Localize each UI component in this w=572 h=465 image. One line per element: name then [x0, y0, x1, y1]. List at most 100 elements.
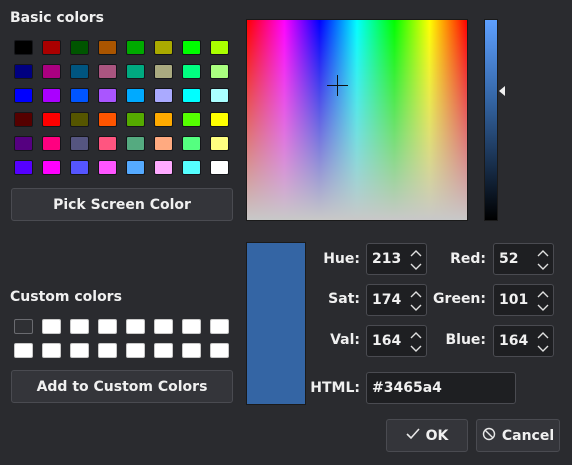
basic-color-swatch[interactable] [42, 64, 61, 79]
hue-spinbox[interactable]: 213 [366, 243, 427, 275]
cancel-button[interactable]: Cancel [476, 419, 560, 452]
custom-color-swatch[interactable] [42, 319, 61, 334]
custom-color-swatch[interactable] [154, 319, 173, 334]
basic-color-swatch[interactable] [154, 112, 173, 127]
chevron-down-icon[interactable] [410, 262, 422, 272]
red-spinbox[interactable]: 52 [493, 243, 554, 275]
basic-color-swatch[interactable] [126, 40, 145, 55]
custom-color-swatch[interactable] [70, 343, 89, 358]
custom-color-swatch[interactable] [210, 343, 229, 358]
custom-color-swatch[interactable] [182, 319, 201, 334]
basic-color-swatch[interactable] [154, 40, 173, 55]
val-spinbox[interactable]: 164 [366, 325, 427, 357]
basic-color-swatch[interactable] [70, 160, 89, 175]
basic-color-swatch[interactable] [154, 64, 173, 79]
basic-color-swatch[interactable] [98, 64, 117, 79]
basic-color-swatch[interactable] [70, 40, 89, 55]
basic-color-swatch[interactable] [42, 40, 61, 55]
basic-color-swatch[interactable] [210, 112, 229, 127]
html-color-input[interactable]: #3465a4 [366, 372, 516, 404]
green-spinbox[interactable]: 101 [493, 284, 554, 316]
basic-color-swatch[interactable] [70, 112, 89, 127]
chevron-up-icon[interactable] [410, 289, 422, 299]
basic-color-swatch[interactable] [182, 160, 201, 175]
basic-color-swatch[interactable] [14, 112, 33, 127]
chevron-up-icon[interactable] [537, 289, 549, 299]
chevron-down-icon[interactable] [537, 262, 549, 272]
basic-color-swatch[interactable] [210, 88, 229, 103]
chevron-up-icon[interactable] [537, 248, 549, 258]
basic-color-swatch[interactable] [182, 64, 201, 79]
basic-color-swatch[interactable] [98, 160, 117, 175]
basic-color-swatch[interactable] [98, 136, 117, 151]
sat-spinbox[interactable]: 174 [366, 284, 427, 316]
basic-color-swatch[interactable] [70, 64, 89, 79]
custom-color-swatch[interactable] [182, 343, 201, 358]
basic-color-swatch[interactable] [42, 88, 61, 103]
basic-color-swatch[interactable] [182, 88, 201, 103]
custom-color-swatch[interactable] [154, 343, 173, 358]
custom-colors-title: Custom colors [10, 289, 122, 305]
basic-colors-grid [14, 40, 238, 184]
basic-color-swatch[interactable] [42, 160, 61, 175]
basic-color-swatch[interactable] [210, 136, 229, 151]
custom-color-swatch[interactable] [126, 319, 145, 334]
red-label: Red: [450, 251, 486, 267]
ok-button[interactable]: OK [386, 419, 468, 452]
blue-spinbox[interactable]: 164 [493, 325, 554, 357]
basic-color-swatch[interactable] [182, 136, 201, 151]
custom-color-swatch[interactable] [98, 343, 117, 358]
custom-color-swatch[interactable] [14, 319, 33, 334]
basic-color-swatch[interactable] [70, 88, 89, 103]
custom-color-swatch[interactable] [42, 343, 61, 358]
basic-color-swatch[interactable] [14, 40, 33, 55]
basic-color-swatch[interactable] [126, 136, 145, 151]
basic-color-swatch[interactable] [210, 64, 229, 79]
value-slider[interactable] [484, 19, 498, 221]
chevron-down-icon[interactable] [537, 303, 549, 313]
chevron-down-icon[interactable] [410, 344, 422, 354]
chevron-up-icon[interactable] [410, 330, 422, 340]
basic-color-swatch[interactable] [154, 88, 173, 103]
basic-color-swatch[interactable] [70, 136, 89, 151]
custom-color-swatch[interactable] [210, 319, 229, 334]
basic-color-swatch[interactable] [42, 112, 61, 127]
basic-colors-title: Basic colors [10, 10, 104, 26]
basic-color-swatch[interactable] [182, 112, 201, 127]
basic-color-swatch[interactable] [14, 88, 33, 103]
basic-color-swatch[interactable] [98, 40, 117, 55]
pick-screen-color-button[interactable]: Pick Screen Color [11, 188, 233, 221]
spin-arrows [537, 289, 549, 313]
custom-color-swatch[interactable] [98, 319, 117, 334]
chevron-up-icon[interactable] [537, 330, 549, 340]
custom-color-swatch[interactable] [126, 343, 145, 358]
hue-saturation-picker[interactable] [246, 19, 468, 221]
custom-colors-grid [14, 319, 238, 367]
basic-color-swatch[interactable] [210, 160, 229, 175]
basic-color-swatch[interactable] [154, 160, 173, 175]
value-slider-arrow-icon[interactable] [499, 86, 505, 96]
basic-color-swatch[interactable] [14, 160, 33, 175]
custom-color-swatch[interactable] [14, 343, 33, 358]
add-to-custom-colors-button[interactable]: Add to Custom Colors [11, 370, 233, 403]
basic-color-swatch[interactable] [182, 40, 201, 55]
basic-color-swatch[interactable] [126, 64, 145, 79]
spin-arrows [410, 248, 422, 272]
basic-color-swatch[interactable] [210, 40, 229, 55]
crosshair-cursor[interactable] [327, 75, 348, 96]
chevron-down-icon[interactable] [537, 344, 549, 354]
basic-color-swatch[interactable] [98, 112, 117, 127]
basic-color-swatch[interactable] [154, 136, 173, 151]
basic-color-swatch[interactable] [126, 88, 145, 103]
custom-color-swatch[interactable] [70, 319, 89, 334]
hue-value: 213 [372, 251, 402, 267]
chevron-down-icon[interactable] [410, 303, 422, 313]
chevron-up-icon[interactable] [410, 248, 422, 258]
basic-color-swatch[interactable] [126, 160, 145, 175]
basic-color-swatch[interactable] [126, 112, 145, 127]
cancel-label: Cancel [501, 427, 555, 444]
basic-color-swatch[interactable] [98, 88, 117, 103]
basic-color-swatch[interactable] [14, 64, 33, 79]
basic-color-swatch[interactable] [14, 136, 33, 151]
basic-color-swatch[interactable] [42, 136, 61, 151]
